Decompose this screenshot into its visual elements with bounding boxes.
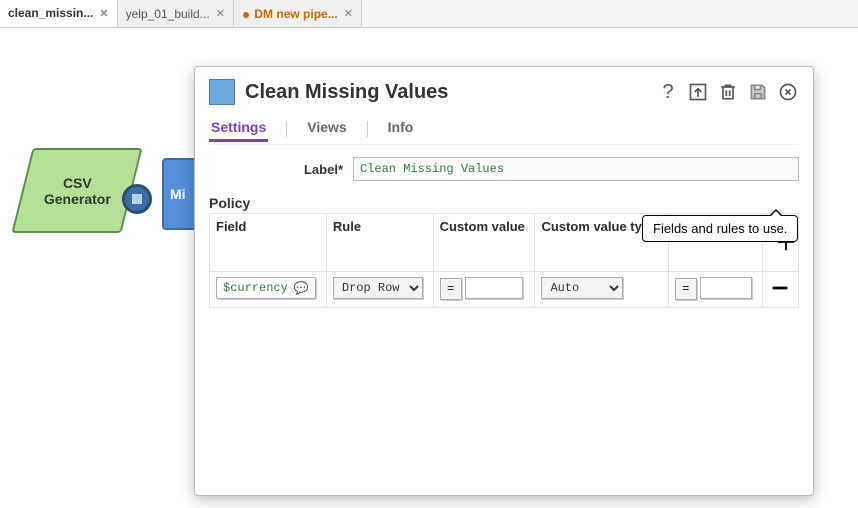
tab-settings[interactable]: Settings xyxy=(209,115,268,142)
tab-clean-missing[interactable]: clean_missin... ✕ xyxy=(0,0,118,27)
custom-value-type-select[interactable]: Auto xyxy=(541,277,623,299)
replaced-value-input[interactable] xyxy=(700,277,752,299)
trash-icon[interactable] xyxy=(717,81,739,103)
panel-header: Clean Missing Values ? xyxy=(209,79,799,105)
settings-panel: Clean Missing Values ? Settings Views In… xyxy=(194,66,814,496)
panel-tab-strip: Settings Views Info xyxy=(209,115,799,145)
col-field: Field xyxy=(210,214,327,272)
panel-actions: ? xyxy=(657,81,799,103)
table-row: $currency 💬 Drop Row = Auto xyxy=(210,272,799,308)
close-icon[interactable]: ✕ xyxy=(99,7,108,20)
tab-dm-new-pipe[interactable]: ● DM new pipe... ✕ xyxy=(234,0,362,27)
close-panel-icon[interactable] xyxy=(777,81,799,103)
tab-info[interactable]: Info xyxy=(386,115,416,142)
tab-separator xyxy=(367,121,368,137)
close-icon[interactable]: ✕ xyxy=(344,7,353,20)
label-input[interactable] xyxy=(353,157,799,181)
modified-icon: ● xyxy=(242,7,250,21)
tab-yelp-build[interactable]: yelp_01_build... ✕ xyxy=(118,0,234,27)
save-icon[interactable] xyxy=(747,81,769,103)
expression-toggle[interactable]: = xyxy=(675,278,697,300)
col-custom-value: Custom value xyxy=(433,214,535,272)
field-value: $currency xyxy=(223,281,288,295)
expression-toggle[interactable]: = xyxy=(440,278,462,300)
custom-value-input[interactable] xyxy=(465,277,523,299)
panel-title: Clean Missing Values xyxy=(245,81,657,104)
node-csv-generator[interactable]: CSVGenerator xyxy=(11,148,142,233)
tooltip: Fields and rules to use. xyxy=(642,215,798,242)
tab-label: yelp_01_build... xyxy=(126,7,210,21)
policy-heading: Policy xyxy=(209,195,799,211)
remove-row-button[interactable] xyxy=(769,277,791,299)
tab-separator xyxy=(286,121,287,137)
rule-select[interactable]: Drop Row xyxy=(333,277,423,299)
label-row: Label* xyxy=(209,157,799,181)
expression-icon[interactable]: 💬 xyxy=(294,281,309,296)
snap-icon xyxy=(209,79,235,105)
node-label-truncated: Mi xyxy=(170,186,186,202)
help-icon[interactable]: ? xyxy=(657,81,679,103)
document-tabs: clean_missin... ✕ yelp_01_build... ✕ ● D… xyxy=(0,0,858,28)
tab-views[interactable]: Views xyxy=(305,115,348,142)
col-rule: Rule xyxy=(326,214,433,272)
node-label: CSVGenerator xyxy=(44,175,111,207)
close-icon[interactable]: ✕ xyxy=(216,7,225,20)
export-icon[interactable] xyxy=(687,81,709,103)
tab-label: clean_missin... xyxy=(8,6,93,20)
tab-label: DM new pipe... xyxy=(254,7,337,21)
connector-icon[interactable] xyxy=(122,184,152,214)
label-field-label: Label* xyxy=(209,162,353,177)
field-chip[interactable]: $currency 💬 xyxy=(216,277,316,299)
